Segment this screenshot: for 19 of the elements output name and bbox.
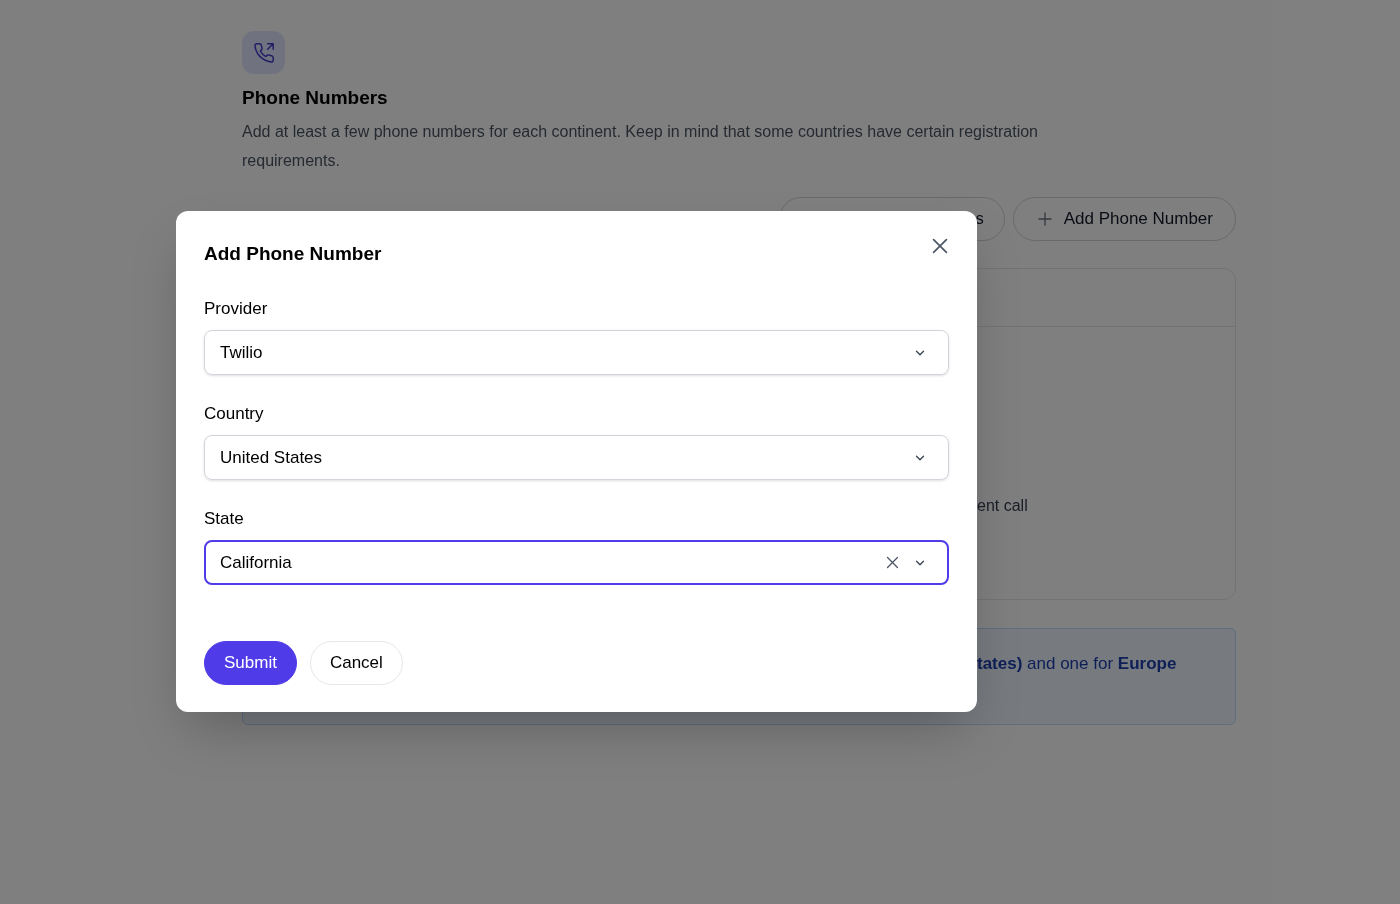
submit-button[interactable]: Submit (204, 641, 297, 685)
clear-icon[interactable] (884, 554, 901, 571)
field-label: State (204, 508, 245, 530)
dialog-title: Add Phone Number (204, 242, 382, 266)
select-value: United States (220, 446, 324, 469)
phone-icon (252, 41, 275, 64)
card-text: ent call (977, 496, 1028, 514)
select-field[interactable]: United States (204, 435, 949, 480)
field-label: Provider (204, 298, 269, 320)
select-value: Twilio (220, 341, 264, 364)
field-label: Country (204, 403, 265, 425)
info-text: tates) and one for Europe (977, 653, 1177, 673)
page-description: Add at least a few phone numbers for each continent. Keep in mind that some countries have certain registration requirements. (242, 121, 1039, 171)
page-title: Phone Numbers (242, 86, 389, 110)
plus-icon (1035, 209, 1054, 228)
select-value: California (220, 551, 293, 574)
select-field[interactable]: Twilio (204, 330, 949, 375)
select-field[interactable]: California (204, 540, 949, 585)
cancel-button[interactable]: Cancel (309, 641, 403, 685)
